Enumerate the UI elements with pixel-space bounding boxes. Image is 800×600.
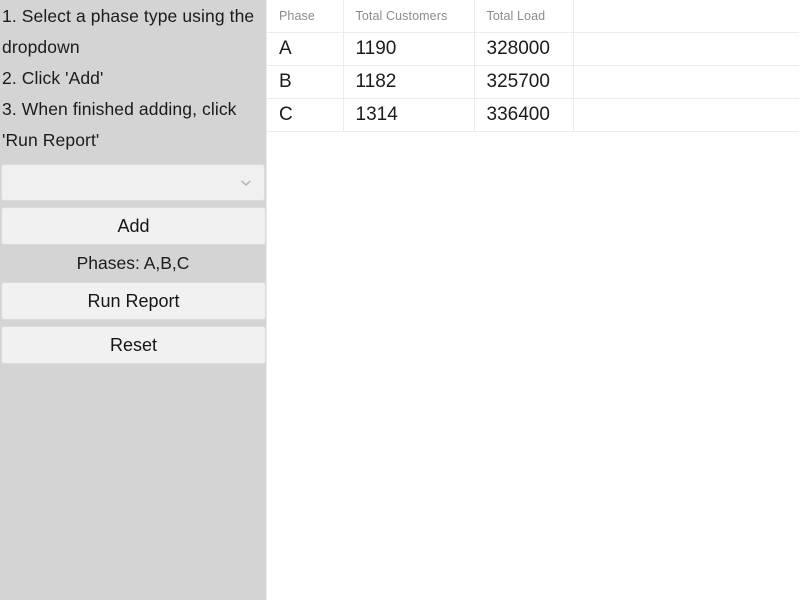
cell-total-customers: 1182: [343, 65, 474, 98]
cell-phase: A: [267, 32, 343, 65]
instructions-block: 1. Select a phase type using the dropdow…: [0, 0, 266, 156]
control-sidebar: 1. Select a phase type using the dropdow…: [0, 0, 267, 600]
column-header-total-load[interactable]: Total Load: [474, 0, 573, 32]
table-row: C 1314 336400: [267, 98, 799, 131]
instruction-step-1: 1. Select a phase type using the dropdow…: [2, 1, 264, 63]
cell-total-load: 328000: [474, 32, 573, 65]
table-row: B 1182 325700: [267, 65, 799, 98]
cell-total-customers: 1190: [343, 32, 474, 65]
phase-report-table: Phase Total Customers Total Load A 1190 …: [267, 0, 799, 132]
phases-status-label: Phases: A,B,C: [0, 245, 266, 282]
cell-blank: [573, 32, 799, 65]
instruction-step-3: 3. When finished adding, click 'Run Repo…: [2, 94, 264, 156]
reset-button[interactable]: Reset: [1, 326, 266, 364]
cell-blank: [573, 98, 799, 131]
cell-phase: B: [267, 65, 343, 98]
table-header-row: Phase Total Customers Total Load: [267, 0, 799, 32]
cell-total-customers: 1314: [343, 98, 474, 131]
cell-phase: C: [267, 98, 343, 131]
cell-total-load: 325700: [474, 65, 573, 98]
app-window: 1. Select a phase type using the dropdow…: [0, 0, 800, 600]
column-header-blank[interactable]: [573, 0, 799, 32]
cell-total-load: 336400: [474, 98, 573, 131]
column-header-phase[interactable]: Phase: [267, 0, 343, 32]
cell-blank: [573, 65, 799, 98]
phase-select-wrap: [0, 164, 266, 201]
table-row: A 1190 328000: [267, 32, 799, 65]
report-content-area: Phase Total Customers Total Load A 1190 …: [267, 0, 800, 600]
run-report-button[interactable]: Run Report: [1, 282, 266, 320]
phase-type-select[interactable]: [1, 164, 265, 201]
column-header-total-customers[interactable]: Total Customers: [343, 0, 474, 32]
instruction-step-2: 2. Click 'Add': [2, 63, 264, 94]
add-button[interactable]: Add: [1, 207, 266, 245]
chevron-down-icon: [239, 176, 253, 190]
